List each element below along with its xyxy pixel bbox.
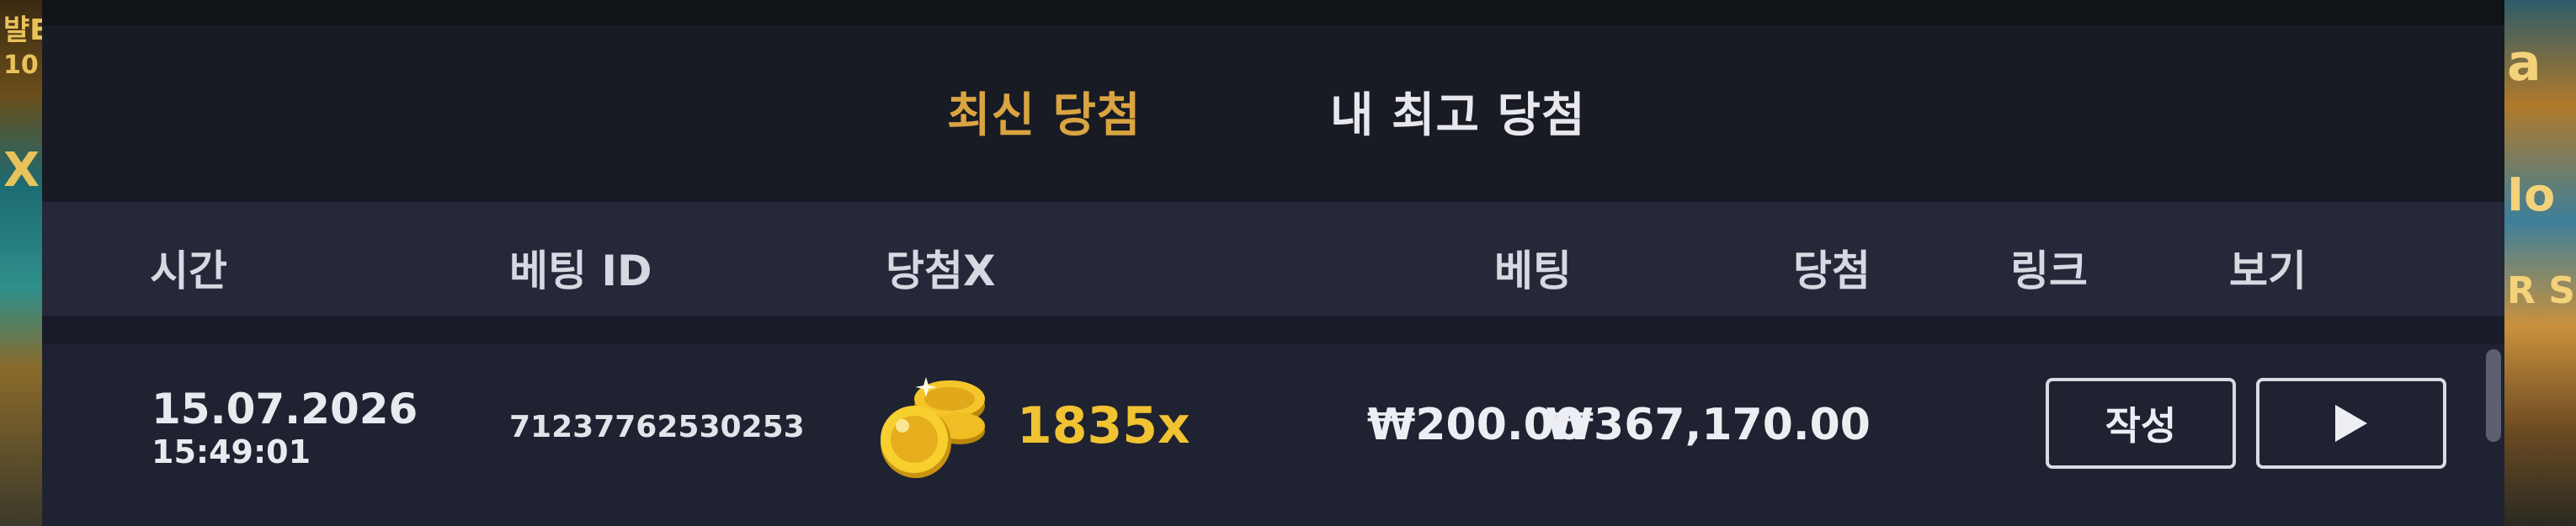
table-row: 15.07.2026 15:49:01 71237762530253 1835x… xyxy=(42,316,2504,526)
scrollbar-thumb[interactable] xyxy=(2486,349,2501,442)
column-header-view: 보기 xyxy=(2229,247,2307,295)
background-game-art-right: a Io R S xyxy=(2500,0,2576,526)
tab-my-best-wins[interactable]: 내 최고 당첨 xyxy=(1330,77,1586,146)
column-header-bet: 베팅 xyxy=(1494,247,1572,295)
column-header-bet-id: 베팅 ID xyxy=(509,247,652,295)
link-write-button[interactable]: 작성 xyxy=(2046,378,2236,469)
row-divider xyxy=(42,316,2504,344)
row-time: 15:49:01 xyxy=(152,433,311,470)
column-header-link: 링크 xyxy=(2010,247,2088,295)
column-header-time: 시간 xyxy=(150,247,227,295)
play-icon xyxy=(2335,405,2367,442)
row-win-amount: ₩367,170.00 xyxy=(1545,400,1871,450)
wins-panel: 최신 당첨 내 최고 당첨 시간 베팅 ID 당첨X 베팅 당첨 링크 보기 1… xyxy=(42,0,2504,526)
gold-coins-icon xyxy=(881,377,985,478)
row-date: 15.07.2026 xyxy=(152,385,418,433)
row-multiplier: 1835x xyxy=(1017,396,1190,455)
column-header-win: 당첨 xyxy=(1793,247,1871,295)
tab-latest-wins[interactable]: 최신 당첨 xyxy=(947,77,1142,146)
column-header-multiplier: 당첨X xyxy=(886,247,996,295)
table-header-row: 시간 베팅 ID 당첨X 베팅 당첨 링크 보기 xyxy=(42,202,2504,316)
view-replay-button[interactable] xyxy=(2256,378,2446,469)
row-bet-id: 71237762530253 xyxy=(509,410,805,444)
panel-top-edge xyxy=(42,0,2504,25)
